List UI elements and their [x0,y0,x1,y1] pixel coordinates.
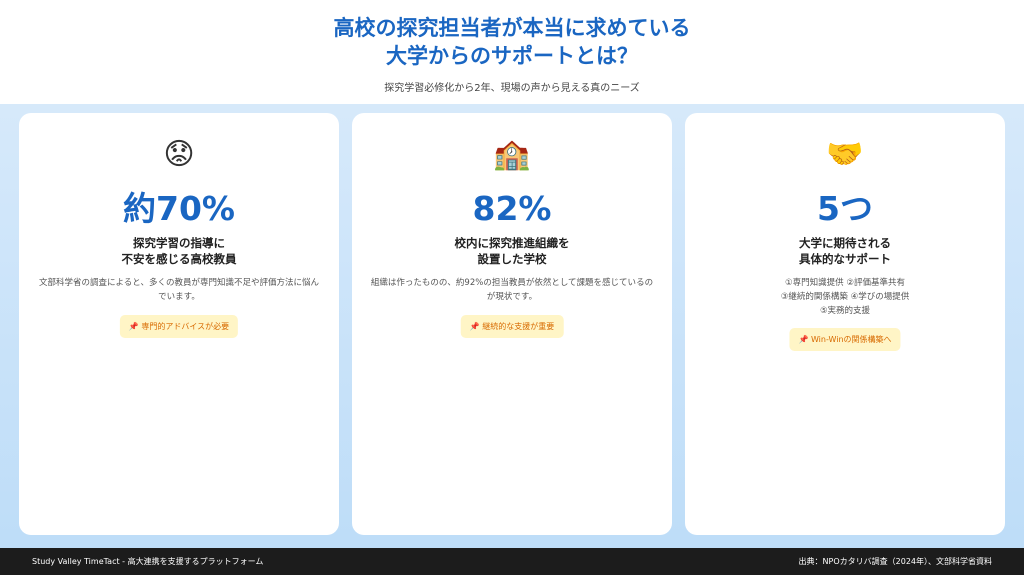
page-title: 高校の探究担当者が本当に求めている 大学からのサポートとは？ [0,14,1024,70]
card-heading: 探究学習の指導に 不安を感じる高校教員 [19,235,339,267]
stat-value: 82% [472,189,552,228]
worried-face-icon: 😟 [163,137,195,172]
card-description: 組織は作ったものの、約92%の担当教員が依然として課題を感じているのが現状です。 [370,278,654,302]
handshake-icon: 🤝 [826,137,864,172]
page-title-line-2: 大学からのサポートとは？ [386,44,638,68]
stat-card-support-types: 🤝 5つ 大学に期待される 具体的なサポート ①専門知識提供 ②評価基準共有 ③… [685,113,1005,535]
support-list: ①専門知識提供 ②評価基準共有 ③継続的関係構築 ④学びの場提供 ⑤実務的支援 [703,276,987,318]
card-tag: 📌 Win-Winの関係構築へ [789,328,901,351]
card-tag: 📌 継続的な支援が重要 [460,315,564,338]
stat-value: 約70% [123,189,235,228]
card-heading-line-1: 探究学習の指導に [133,236,225,250]
card-description: 文部科学省の調査によると、多くの教員が専門知識不足や評価方法に悩んでいます。 [39,278,319,302]
card-heading-line-1: 校内に探究推進組織を [454,236,570,250]
school-icon: 🏫 [493,137,531,172]
card-heading-line-1: 大学に期待される [799,236,891,250]
card-heading-line-2: 設置した学校 [477,252,547,266]
card-heading: 大学に期待される 具体的なサポート [685,235,1005,267]
card-heading: 校内に探究推進組織を 設置した学校 [352,235,672,267]
card-heading-line-2: 具体的なサポート [799,252,891,266]
header: 高校の探究担当者が本当に求めている 大学からのサポートとは？ 探究学習必修化から… [0,0,1024,104]
card-tag: 📌 専門的アドバイスが必要 [119,315,239,338]
page-title-line-1: 高校の探究担当者が本当に求めている [333,16,691,40]
support-list-item: ⑤実務的支援 [819,306,871,316]
footer-source: 出典：NPOカタリバ調査（2024年）、文部科学省資料 [798,557,992,566]
page-subtitle: 探究学習必修化から2年、現場の声から見える真のニーズ [384,83,640,94]
stat-card-organization: 🏫 82% 校内に探究推進組織を 設置した学校 組織は作ったものの、約92%の担… [352,113,672,535]
support-list-item: ③継続的関係構築 ④学びの場提供 [780,292,910,302]
footer-brand: Study Valley TimeTact - 高大連携を支援するプラットフォー… [32,557,264,566]
support-list-item: ①専門知識提供 ②評価基準共有 [785,278,905,288]
stat-value: 5つ [817,189,873,228]
card-heading-line-2: 不安を感じる高校教員 [121,252,237,266]
footer: Study Valley TimeTact - 高大連携を支援するプラットフォー… [0,548,1024,575]
stat-card-teacher-anxiety: 😟 約70% 探究学習の指導に 不安を感じる高校教員 文部科学省の調査によると、… [19,113,339,535]
